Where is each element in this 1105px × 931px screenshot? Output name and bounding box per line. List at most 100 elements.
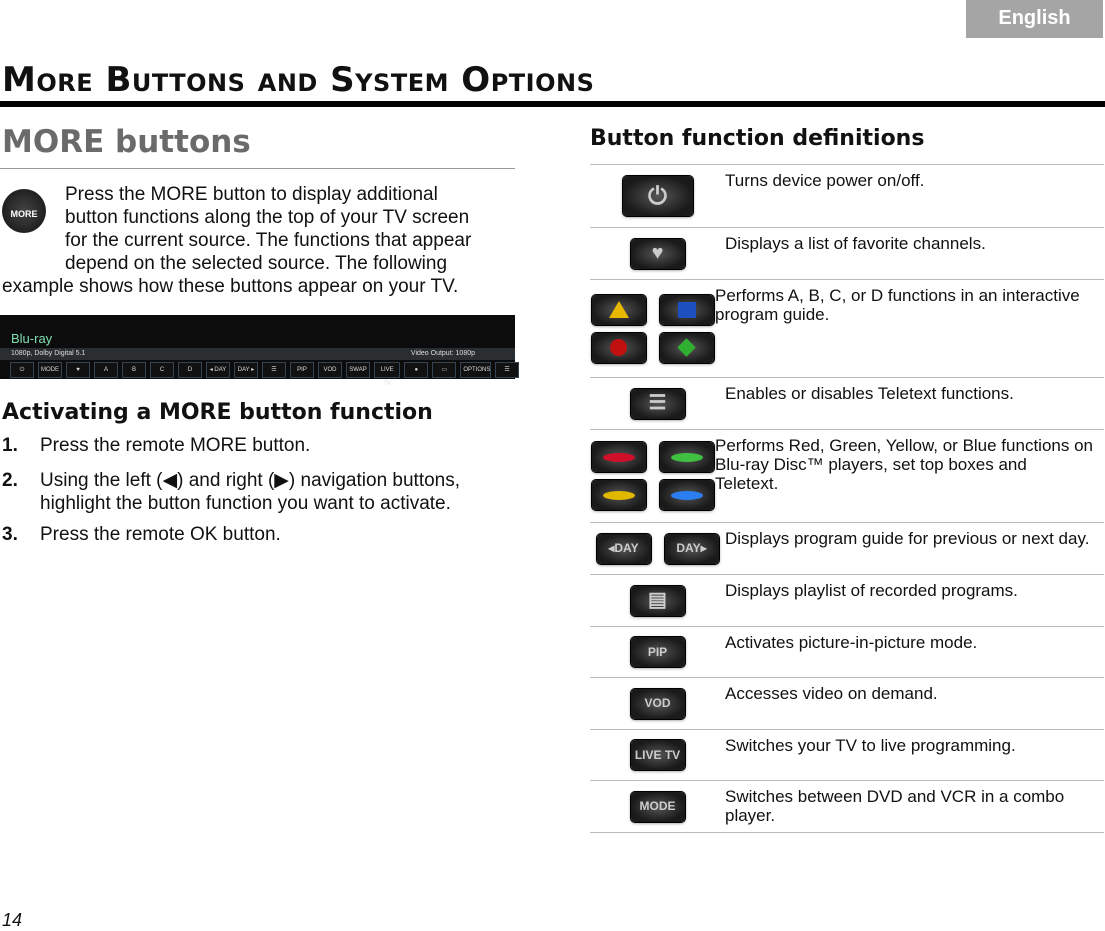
definitions-heading: Button function definitions <box>590 126 925 151</box>
step-1: 1. Press the remote MORE button. <box>2 434 517 457</box>
banner-button: C <box>150 362 174 378</box>
row-description: Performs A, B, C, or D functions in an i… <box>715 286 1080 324</box>
row-description: Turns device power on/off. <box>725 171 925 190</box>
banner-button: ▭ <box>432 362 457 378</box>
row-icons: ♥ <box>590 228 725 279</box>
row-icons: MODE <box>590 781 725 832</box>
row-description: Enables or disables Teletext functions. <box>725 384 1014 403</box>
banner-button: VOD <box>318 362 342 378</box>
pip-button-icon: PIP <box>630 637 685 667</box>
step-text: Using the left (◀) and right (▶) navigat… <box>2 469 517 515</box>
banner-button: ♥ <box>66 362 90 378</box>
step-number: 3. <box>2 524 18 545</box>
row-description: Accesses video on demand. <box>725 684 938 703</box>
section-heading-more-buttons: MORE buttons <box>2 124 251 160</box>
banner-source: Blu-ray <box>11 331 53 346</box>
definitions-table: ⏻ Turns device power on/off. ♥ Displays a l… <box>590 164 1104 833</box>
banner-button: LIVE TV <box>374 362 401 387</box>
favorites-heart-icon: ♥ <box>630 238 685 269</box>
banner-button: ☰ <box>495 362 520 378</box>
row-icons: LIVE TV <box>590 730 725 780</box>
row-icons: VOD <box>590 678 725 729</box>
power-button-icon: ⏻ <box>622 176 693 216</box>
definition-row: ♥ Displays a list of favorite channels. <box>590 227 1104 279</box>
right-arrow-icon: ▶ <box>274 470 289 491</box>
yellow-button-icon <box>591 480 646 510</box>
banner-button: ◂ DAY <box>206 362 230 378</box>
language-tab-english[interactable]: English <box>966 0 1103 38</box>
banner-button: D <box>178 362 202 378</box>
banner-button: A <box>94 362 118 378</box>
day-button-icon: DAY▸ <box>664 533 719 564</box>
row-icons: ▤ <box>590 575 725 626</box>
banner-info-right: Video Output: 1080p <box>410 350 475 357</box>
step-number: 2. <box>2 470 18 491</box>
definition-row: ☰ Enables or disables Teletext functions. <box>590 377 1104 429</box>
row-description: Displays program guide for previous or n… <box>725 529 1090 548</box>
step-2: 2. Using the left (◀) and right (▶) navig… <box>2 469 517 515</box>
mode-button-icon: MODE <box>630 791 685 822</box>
teletext-icon: ☰ <box>630 388 685 419</box>
banner-button: SWAP <box>346 362 370 378</box>
a-button-icon <box>591 294 646 325</box>
d-button-icon <box>659 332 714 363</box>
step-number: 1. <box>2 435 18 456</box>
title-rule <box>0 101 1105 107</box>
row-description: Displays playlist of recorded programs. <box>725 581 1018 600</box>
row-icons: ◂DAY DAY▸ <box>590 523 725 574</box>
definition-row: PIP Activates picture-in-picture mode. <box>590 626 1104 677</box>
step-text-b: ) and right ( <box>177 470 275 491</box>
row-icons: ⏻ <box>590 165 725 227</box>
row-icons: PIP <box>590 627 725 677</box>
definition-row: ▤ Displays playlist of recorded programs. <box>590 574 1104 626</box>
green-button-icon <box>659 442 714 472</box>
intro-line: button functions along the top of your T… <box>65 207 470 228</box>
intro-line: example shows how these buttons appear o… <box>2 276 459 297</box>
banner-button: DAY ▸ <box>234 362 258 378</box>
c-button-icon <box>591 332 646 363</box>
vod-button-icon: VOD <box>630 688 685 719</box>
definition-row: VOD Accesses video on demand. <box>590 677 1104 729</box>
row-icons: ☰ <box>590 378 725 429</box>
left-arrow-icon: ◀ <box>162 470 178 491</box>
row-description: Switches between DVD and VCR in a combo … <box>725 787 1065 825</box>
banner-info-left: 1080p, Dolby Digital 5.1 <box>11 350 86 357</box>
row-description: Activates picture-in-picture mode. <box>725 633 978 652</box>
banner-button: OPTIONS <box>460 362 492 378</box>
definition-row: ◂DAY DAY▸ Displays program guide for previ… <box>590 522 1104 574</box>
banner-button: MODE <box>38 362 62 378</box>
step-3: 3. Press the remote OK button. <box>2 523 517 546</box>
day-button-icon: ◂DAY <box>596 533 651 564</box>
intro-paragraph: Press the MORE button to display additio… <box>2 183 517 298</box>
intro-line: depend on the selected source. The follo… <box>65 253 448 274</box>
intro-line: Press the MORE button to display additio… <box>65 184 438 205</box>
definition-row: LIVE TV Switches your TV to live programm… <box>590 729 1104 780</box>
banner-button: ● <box>404 362 429 378</box>
section-rule <box>0 168 515 169</box>
step-text: Press the remote MORE button. <box>40 435 311 456</box>
tv-banner-example: Blu-ray 1080p, Dolby Digital 5.1 Video O… <box>0 315 520 387</box>
definition-row: ⏻ Turns device power on/off. <box>590 164 1104 227</box>
red-button-icon <box>591 442 646 472</box>
banner-button: ⏻ <box>10 362 34 378</box>
blue-button-icon <box>659 480 714 510</box>
definition-row: MODE Switches between DVD and VCR in a co… <box>590 780 1104 833</box>
activate-heading: Activating a MORE button function <box>2 400 433 425</box>
live-tv-button-icon: LIVE TV <box>630 740 685 770</box>
definition-row: Performs Red, Green, Yellow, or Blue fun… <box>590 429 1104 522</box>
step-text-a: Using the left ( <box>40 470 163 491</box>
banner-button: PIP <box>290 362 314 378</box>
definition-row: Performs A, B, C, or D functions in an i… <box>590 279 1104 377</box>
page-title: More Buttons and System Options <box>2 60 595 100</box>
row-description: Switches your TV to live programming. <box>725 736 1016 755</box>
step-text: Press the remote OK button. <box>40 524 281 545</box>
more-button-icon: MORE <box>2 189 46 233</box>
row-description: Performs Red, Green, Yellow, or Blue fun… <box>715 436 1093 493</box>
intro-line: for the current source. The functions th… <box>65 230 472 251</box>
banner-button: B <box>122 362 146 378</box>
playlist-icon: ▤ <box>630 585 685 616</box>
row-icons <box>590 280 715 377</box>
row-icons <box>590 430 715 522</box>
b-button-icon <box>659 294 714 325</box>
row-description: Displays a list of favorite channels. <box>725 234 986 253</box>
